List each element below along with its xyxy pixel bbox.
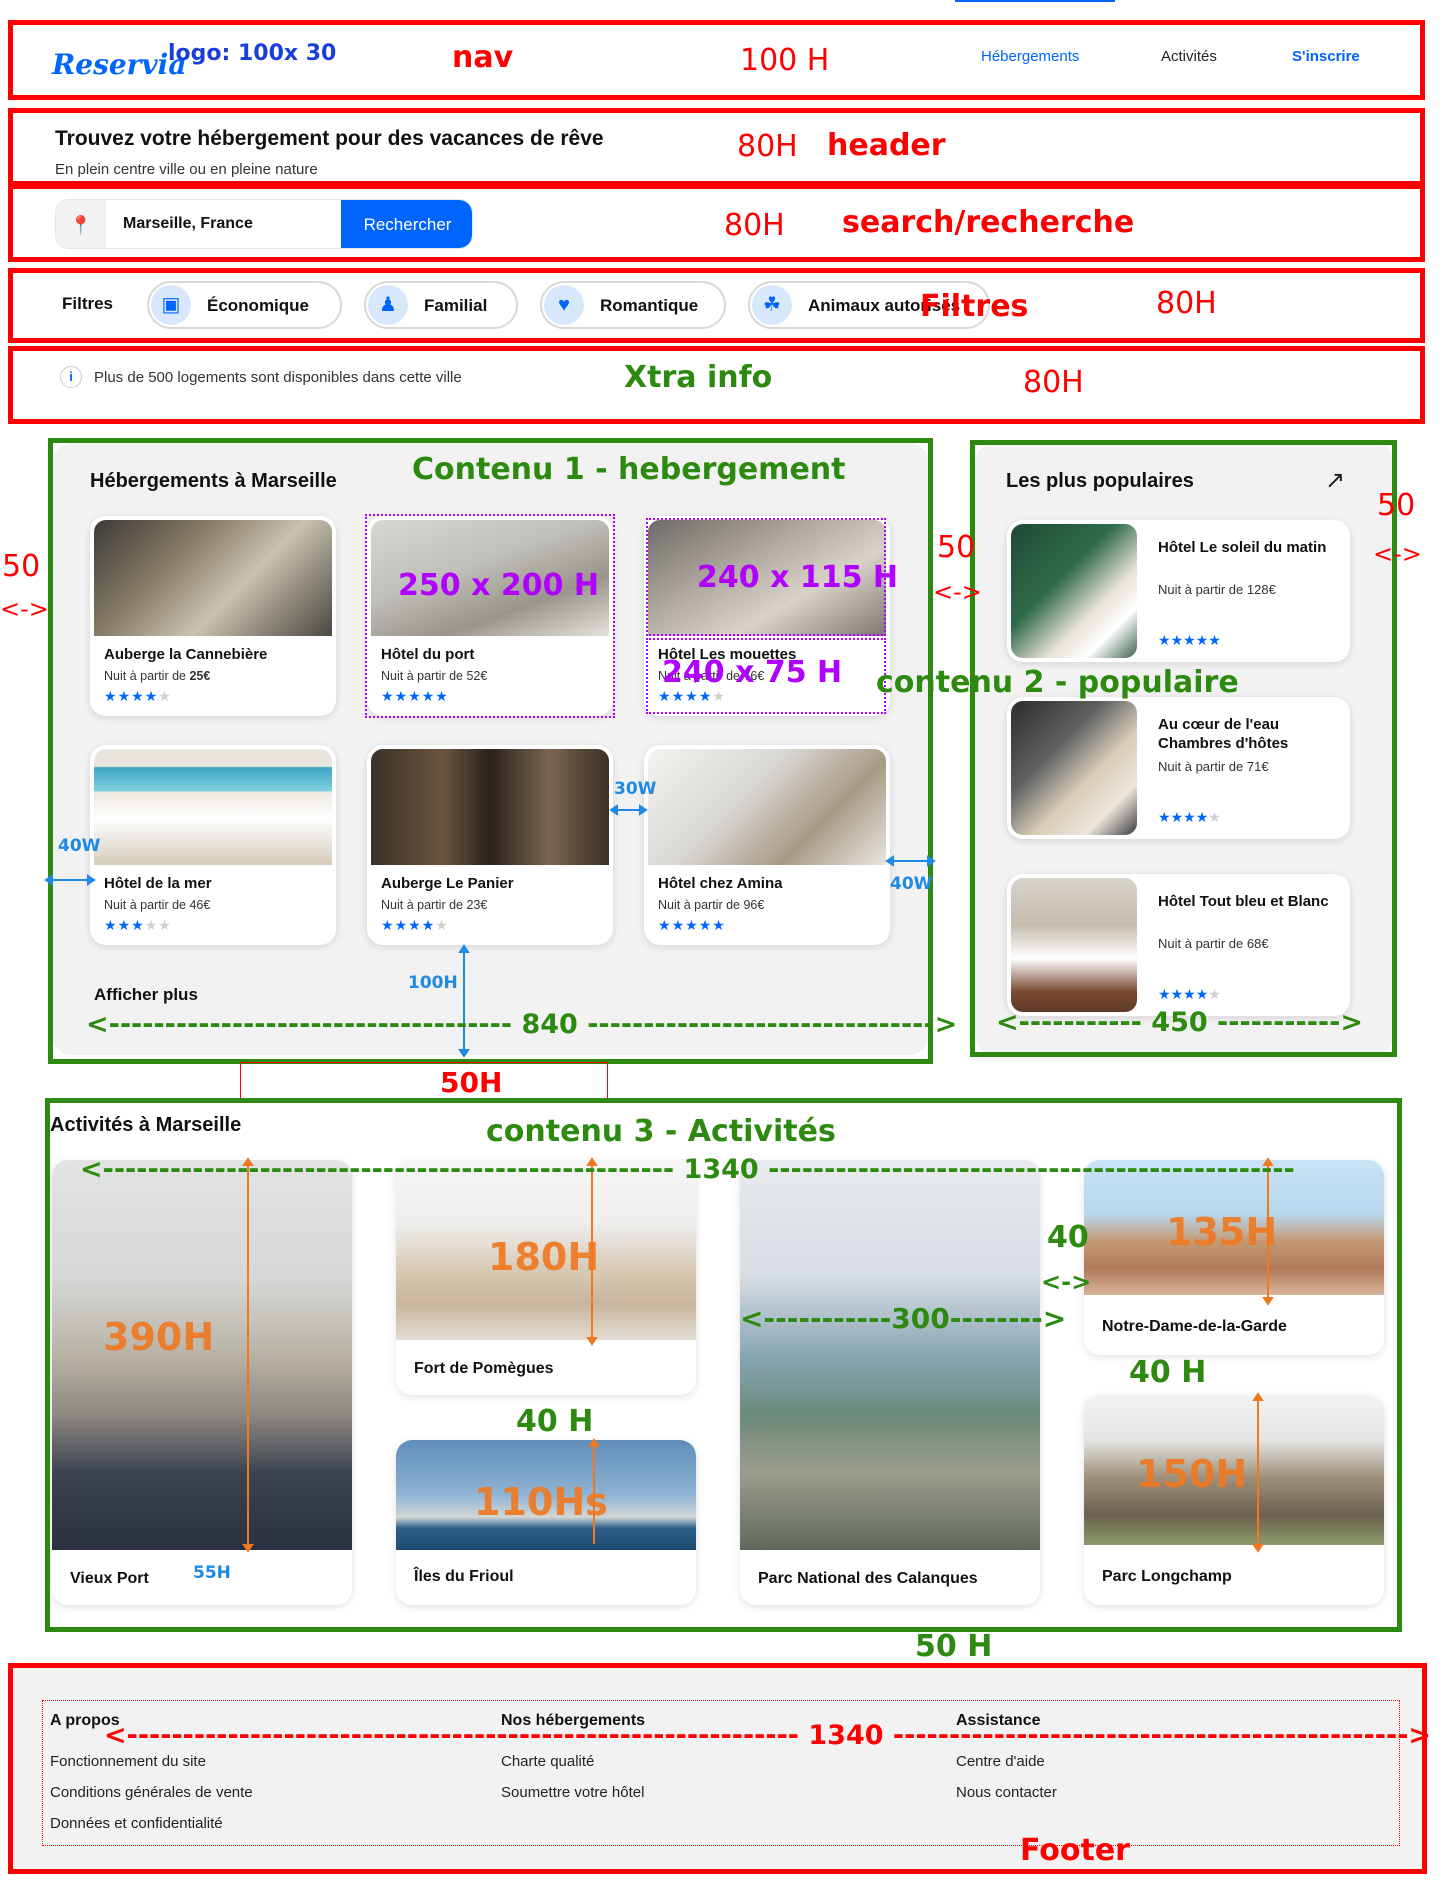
annotation-text-size: 240 x 75 H <box>662 655 843 690</box>
annotation-header-h: 80H <box>737 129 798 164</box>
annotation-h55: 55H <box>193 1563 231 1583</box>
annotation-w30: 30W <box>614 779 657 799</box>
annotation-h110: 110Hs <box>474 1480 608 1524</box>
annotation-h390: 390H <box>103 1315 215 1359</box>
annotation-arrows <box>44 804 1274 1553</box>
annotation-xtra-h: 80H <box>1023 365 1084 400</box>
annotation-h40a: 40 H <box>516 1404 594 1439</box>
annotation-w40-right: 40W <box>890 874 933 894</box>
annotation-footer: Footer <box>1020 1833 1130 1868</box>
annotation-nav-h: 100 H <box>740 43 830 78</box>
annotation-xtra: Xtra info <box>624 360 773 395</box>
annotation-h40b: 40 H <box>1129 1355 1207 1390</box>
annotation-w450: <----------- 450 -----------> <box>996 1007 1363 1038</box>
annotation-img-size: 240 x 115 H <box>697 560 899 595</box>
annotation-w40-left: 40W <box>58 836 101 856</box>
annotation-gap-right: 50 <box>1377 488 1416 523</box>
annotation-arrow-gap40: <-> <box>1041 1268 1092 1296</box>
annotation-contenu3: contenu 3 - Activités <box>486 1114 836 1149</box>
annotation-search-h: 80H <box>724 208 785 243</box>
annotation-h135: 135H <box>1166 1210 1278 1254</box>
annotation-w1340: <---------------------------------------… <box>80 1154 1295 1185</box>
annotation-w1340-footer: <---------------------------------------… <box>104 1720 1432 1751</box>
annotation-filtres: Filtres <box>920 289 1029 324</box>
annotation-header: header <box>827 128 946 163</box>
annotation-arrow-right: <-> <box>1373 540 1422 568</box>
annotation-arrow-middle: <-> <box>933 578 982 606</box>
annotation-search: search/recherche <box>842 205 1135 240</box>
annotation-h150: 150H <box>1136 1452 1248 1496</box>
annotation-h100: 100H <box>408 973 458 993</box>
annotation-gap40: 40 <box>1047 1220 1089 1255</box>
annotation-h180: 180H <box>488 1235 600 1279</box>
annotation-w300: <-----------300--------> <box>740 1302 1067 1335</box>
annotation-h50-red: 50H <box>440 1066 503 1099</box>
annotation-logo-size: logo: 100x 30 <box>168 41 337 66</box>
annotation-filtres-h: 80H <box>1156 286 1217 321</box>
annotation-nav: nav <box>452 40 514 75</box>
annotation-contenu2: contenu 2 - populaire <box>876 665 1239 700</box>
annotation-card-size: 250 x 200 H <box>398 568 600 603</box>
annotation-contenu1: Contenu 1 - hebergement <box>412 452 846 487</box>
annotation-h50-green: 50 H <box>915 1629 993 1664</box>
annotation-gap-left: 50 <box>2 549 41 584</box>
annotation-arrow-left: <-> <box>0 595 49 623</box>
annotation-gap-middle: 50 <box>937 530 976 565</box>
annotation-w840: <------------------------------------ 84… <box>86 1009 958 1040</box>
